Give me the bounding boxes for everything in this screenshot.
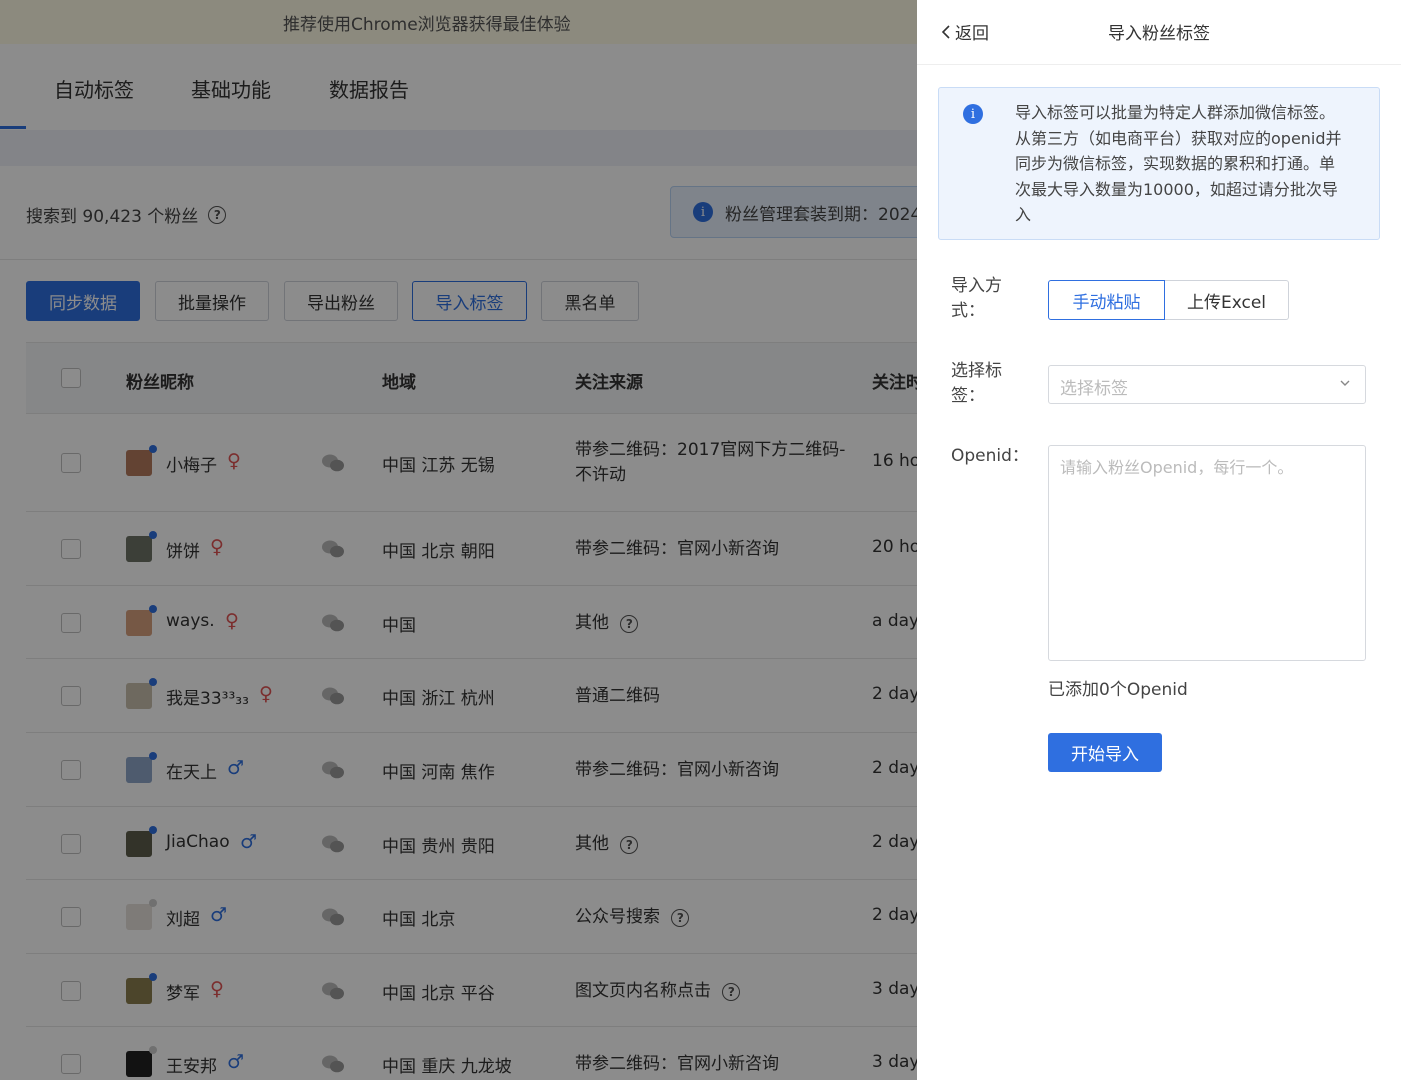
manual-paste-option[interactable]: 手动粘贴 xyxy=(1048,280,1165,320)
upload-excel-option[interactable]: 上传Excel xyxy=(1165,280,1289,320)
openid-textarea[interactable] xyxy=(1048,445,1366,661)
drawer-title: 导入粉丝标签 xyxy=(1108,24,1210,44)
chevron-down-icon xyxy=(1340,380,1350,386)
start-import-button[interactable]: 开始导入 xyxy=(1048,733,1162,772)
info-icon: i xyxy=(963,104,983,124)
tag-select-placeholder: 选择标签 xyxy=(1060,379,1128,399)
tag-select[interactable]: 选择标签 xyxy=(1048,365,1366,404)
import-method-label: 导入方式： xyxy=(951,276,1002,321)
modal-mask[interactable] xyxy=(0,0,917,1080)
openid-label: Openid： xyxy=(951,446,1029,466)
import-tags-drawer: 返回 导入粉丝标签 i 导入标签可以批量为特定人群添加微信标签。从第三方（如电商… xyxy=(917,0,1401,1080)
openid-count: 已添加0个Openid xyxy=(1048,680,1188,700)
tip-text: 导入标签可以批量为特定人群添加微信标签。从第三方（如电商平台）获取对应的open… xyxy=(1015,103,1342,224)
select-tag-label: 选择标签： xyxy=(951,361,1002,406)
import-tip: i 导入标签可以批量为特定人群添加微信标签。从第三方（如电商平台）获取对应的op… xyxy=(938,87,1380,240)
import-method-switch: 手动粘贴 上传Excel xyxy=(1048,280,1289,320)
drawer-header: 返回 导入粉丝标签 xyxy=(917,0,1401,65)
